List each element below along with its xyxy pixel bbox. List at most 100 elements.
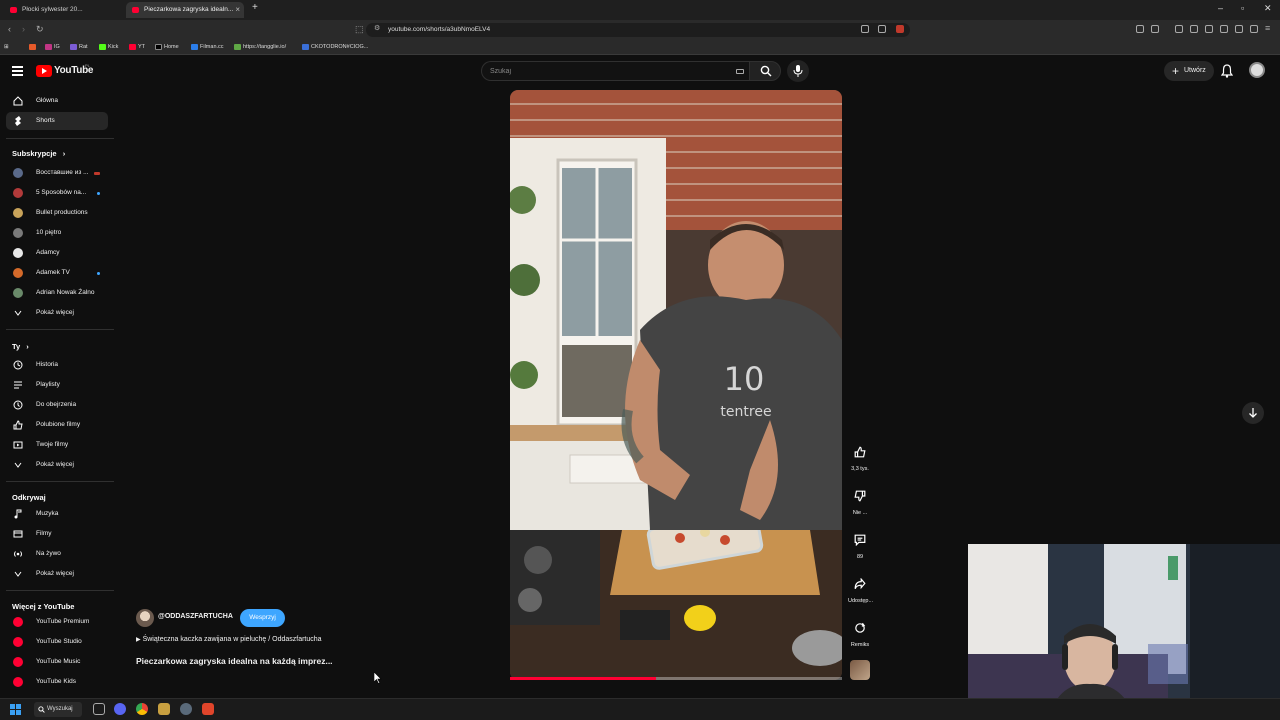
minimize-icon[interactable]: –	[1218, 3, 1223, 13]
show-more-you[interactable]: Pokaż więcej	[6, 456, 108, 474]
hamburger-menu-icon[interactable]	[12, 66, 23, 76]
more-from-youtube-heading: Więcej z YouTube	[12, 602, 75, 611]
apps-icon[interactable]: ⊞	[4, 42, 9, 52]
sidebar-item-shorts[interactable]: Shorts	[6, 112, 108, 130]
sidebar-item-liked-videos[interactable]: Polubione filmy	[6, 416, 108, 434]
browser-tab-active[interactable]: Pieczarkowa zagryska idealn... ×	[126, 2, 244, 18]
close-tab-icon[interactable]: ×	[235, 2, 240, 18]
sidebar-item-watch-later[interactable]: Do obejrzenia	[6, 396, 108, 414]
bookmark-item[interactable]: https://tangglie.io/	[234, 42, 286, 52]
forward-icon[interactable]: ›	[22, 24, 25, 34]
video-progress-bar[interactable]	[510, 677, 842, 680]
dislike-button[interactable]: Nie ...	[848, 486, 872, 516]
close-window-icon[interactable]: ✕	[1264, 3, 1272, 14]
bookmark-item[interactable]: Rat	[70, 42, 88, 52]
share-page-icon[interactable]	[878, 25, 886, 33]
like-button[interactable]: 3,3 tys.	[848, 442, 872, 472]
sidebar-toggle-icon[interactable]	[1220, 25, 1228, 33]
video-progress-fill	[510, 677, 657, 680]
sidebar-item-live[interactable]: Na żywo	[6, 545, 108, 563]
account-avatar[interactable]	[1249, 62, 1265, 78]
task-view-icon[interactable]	[93, 703, 105, 715]
sidebar-item-home[interactable]: Główna	[6, 92, 108, 110]
bookmark-item[interactable]: IG	[45, 42, 60, 52]
short-video-player[interactable]: 10 tentree	[510, 90, 842, 680]
sidebar-item-movies[interactable]: Filmy	[6, 525, 108, 543]
subscription-item[interactable]: 5 Sposobów na...	[6, 184, 108, 202]
subscriptions-heading[interactable]: Subskrypcje ›	[12, 149, 65, 158]
back-icon[interactable]: ‹	[8, 24, 11, 34]
bookmark-item[interactable]: Filman.cc	[191, 42, 224, 52]
keyboard-icon[interactable]	[736, 69, 744, 74]
new-tab-button[interactable]: +	[252, 2, 258, 13]
discord-icon[interactable]	[114, 703, 126, 715]
brave-icon[interactable]	[202, 703, 214, 715]
youtube-logo-icon[interactable]	[36, 65, 52, 77]
create-button[interactable]: Utwórz	[1164, 61, 1214, 81]
browser-menu-icon[interactable]: ≡	[1265, 23, 1270, 33]
sidebar-item-playlists[interactable]: Playlisty	[6, 376, 108, 394]
subscription-item[interactable]: Adamcy	[6, 244, 108, 262]
sidebar-item-youtube-studio[interactable]: YouTube Studio	[6, 633, 108, 651]
divider	[6, 138, 114, 139]
app-icon[interactable]	[158, 703, 170, 715]
wallet-icon[interactable]	[1235, 25, 1243, 33]
browser-tab[interactable]: Płocki sylwester 20...	[4, 2, 122, 18]
music-extension-icon[interactable]	[1190, 25, 1198, 33]
steam-icon[interactable]	[180, 703, 192, 715]
you-heading[interactable]: Ty ›	[12, 342, 29, 351]
support-button[interactable]: Wesprzyj	[240, 609, 285, 627]
comments-button[interactable]: 89	[848, 530, 872, 560]
subscription-item[interactable]: Восставшие из ...	[6, 164, 108, 182]
reload-icon[interactable]: ↻	[36, 24, 44, 35]
live-indicator-icon	[94, 172, 100, 175]
subscription-item[interactable]: 10 piętro	[6, 224, 108, 242]
sidebar-item-youtube-kids[interactable]: YouTube Kids	[6, 673, 108, 691]
bookmark-item[interactable]: Kick	[99, 42, 118, 52]
short-title[interactable]: Pieczarkowa zagryska idealna na każdą im…	[136, 656, 333, 666]
restore-icon[interactable]: ▫	[1241, 3, 1244, 13]
create-label: Utwórz	[1184, 67, 1206, 74]
subscription-item[interactable]: Adamek TV	[6, 264, 108, 282]
screen-icon[interactable]	[861, 25, 869, 33]
taskbar-search[interactable]: Wyszukaj	[34, 702, 82, 717]
notifications-bell-icon[interactable]	[1221, 64, 1233, 78]
bookmark-icon[interactable]: ⬚	[355, 24, 364, 35]
voice-search-button[interactable]	[787, 60, 809, 82]
country-code: PL	[85, 63, 90, 68]
channel-name[interactable]: @ODDASZFARTUCHA	[158, 613, 233, 620]
remix-button[interactable]: Remiks	[848, 618, 872, 648]
extension-icon[interactable]	[1205, 25, 1213, 33]
next-short-button[interactable]	[1242, 402, 1264, 424]
url-field[interactable]: ⚙ youtube.com/shorts/a3ubNmoELV4	[366, 23, 910, 37]
subscription-item[interactable]: Adrian Nowak Żalno	[6, 284, 108, 302]
channel-avatar	[13, 248, 23, 258]
sidebar-item-music[interactable]: Muzyka	[6, 505, 108, 523]
extension-icon[interactable]	[1250, 25, 1258, 33]
site-info-icon[interactable]: ⚙	[374, 24, 380, 32]
music-icon	[14, 509, 22, 519]
sidebar-item-your-videos[interactable]: Twoje filmy	[6, 436, 108, 454]
subscription-item[interactable]: Bullet productions	[6, 204, 108, 222]
bookmark-item[interactable]: Home	[155, 42, 179, 52]
search-input[interactable]	[490, 62, 730, 80]
related-video-link[interactable]: ▶ Świąteczna kaczka zawijana w pieluchę …	[136, 636, 322, 643]
sidebar-item-history[interactable]: Historia	[6, 356, 108, 374]
brave-shield-icon[interactable]	[896, 25, 904, 33]
download-icon[interactable]	[1175, 25, 1183, 33]
chrome-icon[interactable]	[136, 703, 148, 715]
show-more-subscriptions[interactable]: Pokaż więcej	[6, 304, 108, 322]
sidebar-item-youtube-premium[interactable]: YouTube Premium	[6, 613, 108, 631]
bookmark-item[interactable]: YT	[129, 42, 145, 52]
channel-avatar[interactable]	[136, 609, 154, 627]
sound-thumbnail[interactable]	[850, 660, 870, 680]
extension-icon[interactable]	[1151, 25, 1159, 33]
windows-start-icon[interactable]	[10, 704, 21, 715]
bookmark-item[interactable]: CKOTODRON#CIOG...	[302, 42, 368, 52]
show-more-explore[interactable]: Pokaż więcej	[6, 565, 108, 583]
sidebar-item-youtube-music[interactable]: YouTube Music	[6, 653, 108, 671]
extension-icon[interactable]	[1136, 25, 1144, 33]
share-button[interactable]: Udostęp...	[848, 574, 873, 604]
search-button[interactable]	[749, 61, 781, 81]
home-icon	[13, 96, 23, 106]
